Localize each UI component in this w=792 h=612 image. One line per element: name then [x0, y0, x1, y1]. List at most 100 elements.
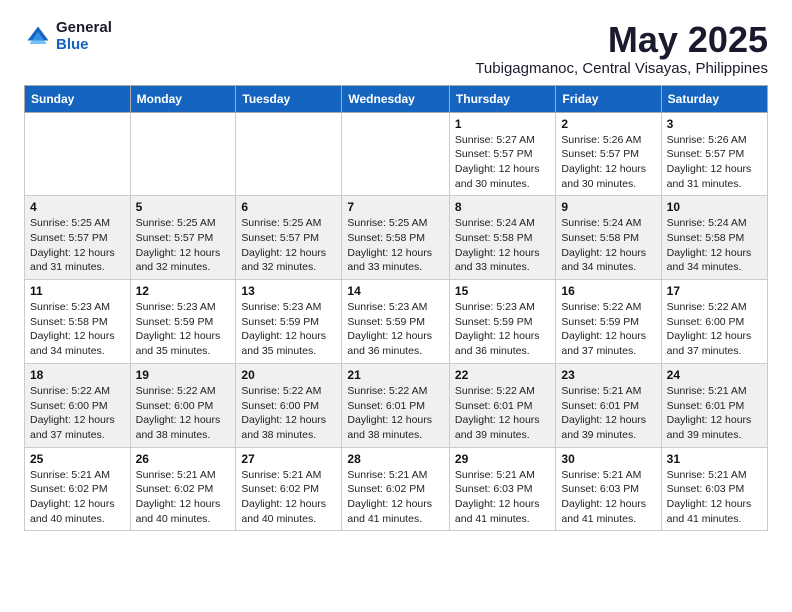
day-number: 13	[241, 284, 336, 298]
day-info: Sunrise: 5:23 AMSunset: 5:59 PMDaylight:…	[136, 300, 231, 359]
table-row: 27 Sunrise: 5:21 AMSunset: 6:02 PMDayligh…	[236, 447, 342, 531]
table-row: 4 Sunrise: 5:25 AMSunset: 5:57 PMDaylight…	[25, 196, 131, 280]
day-number: 4	[30, 200, 125, 214]
calendar-week-row: 1 Sunrise: 5:27 AMSunset: 5:57 PMDaylight…	[25, 112, 768, 196]
table-row: 9 Sunrise: 5:24 AMSunset: 5:58 PMDaylight…	[556, 196, 661, 280]
day-number: 5	[136, 200, 231, 214]
table-row: 14Sunrise: 5:23 AMSunset: 5:59 PMDayligh…	[342, 280, 450, 364]
day-number: 11	[30, 284, 125, 298]
day-info: Sunrise: 5:21 AMSunset: 6:02 PMDaylight:…	[347, 468, 444, 527]
day-number: 28	[347, 452, 444, 466]
day-number: 26	[136, 452, 231, 466]
table-row: 29 Sunrise: 5:21 AMSunset: 6:03 PMDayligh…	[449, 447, 556, 531]
day-number: 31	[667, 452, 762, 466]
day-info: Sunrise: 5:25 AMSunset: 5:57 PMDaylight:…	[241, 216, 336, 275]
day-number: 12	[136, 284, 231, 298]
logo-icon	[24, 23, 52, 51]
table-row: 12 Sunrise: 5:23 AMSunset: 5:59 PMDayligh…	[130, 280, 236, 364]
col-sunday: Sunday	[25, 85, 131, 112]
day-number: 6	[241, 200, 336, 214]
day-number: 30	[561, 452, 655, 466]
day-info: Sunrise: 5:23 AMSunset: 5:59 PMDaylight:…	[455, 300, 551, 359]
logo-general: General	[56, 20, 112, 37]
col-saturday: Saturday	[661, 85, 767, 112]
day-info: Sunrise: 5:22 AMSunset: 6:01 PMDaylight:…	[455, 384, 551, 443]
day-info: Sunrise: 5:27 AMSunset: 5:57 PMDaylight:…	[455, 133, 551, 192]
day-info: Sunrise: 5:23 AMSunset: 5:58 PMDaylight:…	[30, 300, 125, 359]
table-row: 6 Sunrise: 5:25 AMSunset: 5:57 PMDaylight…	[236, 196, 342, 280]
day-info: Sunrise: 5:25 AMSunset: 5:58 PMDaylight:…	[347, 216, 444, 275]
table-row: 22 Sunrise: 5:22 AMSunset: 6:01 PMDayligh…	[449, 363, 556, 447]
table-row	[25, 112, 131, 196]
day-info: Sunrise: 5:24 AMSunset: 5:58 PMDaylight:…	[561, 216, 655, 275]
table-row: 5 Sunrise: 5:25 AMSunset: 5:57 PMDaylight…	[130, 196, 236, 280]
day-info: Sunrise: 5:21 AMSunset: 6:03 PMDaylight:…	[455, 468, 551, 527]
day-info: Sunrise: 5:21 AMSunset: 6:02 PMDaylight:…	[30, 468, 125, 527]
calendar-week-row: 25 Sunrise: 5:21 AMSunset: 6:02 PMDayligh…	[25, 447, 768, 531]
col-monday: Monday	[130, 85, 236, 112]
day-number: 17	[667, 284, 762, 298]
table-row: 10 Sunrise: 5:24 AMSunset: 5:58 PMDayligh…	[661, 196, 767, 280]
table-row: 16 Sunrise: 5:22 AMSunset: 5:59 PMDayligh…	[556, 280, 661, 364]
day-number: 14	[347, 284, 444, 298]
table-row: 19 Sunrise: 5:22 AMSunset: 6:00 PMDayligh…	[130, 363, 236, 447]
col-thursday: Thursday	[449, 85, 556, 112]
day-info: Sunrise: 5:21 AMSunset: 6:02 PMDaylight:…	[241, 468, 336, 527]
day-number: 23	[561, 368, 655, 382]
day-number: 22	[455, 368, 551, 382]
calendar-table: Sunday Monday Tuesday Wednesday Thursday…	[24, 85, 768, 532]
day-number: 7	[347, 200, 444, 214]
day-info: Sunrise: 5:21 AMSunset: 6:03 PMDaylight:…	[667, 468, 762, 527]
day-number: 10	[667, 200, 762, 214]
logo: General Blue	[24, 20, 112, 53]
day-number: 3	[667, 117, 762, 131]
table-row: 20 Sunrise: 5:22 AMSunset: 6:00 PMDayligh…	[236, 363, 342, 447]
day-info: Sunrise: 5:21 AMSunset: 6:02 PMDaylight:…	[136, 468, 231, 527]
table-row	[236, 112, 342, 196]
day-number: 16	[561, 284, 655, 298]
day-number: 24	[667, 368, 762, 382]
table-row: 21Sunrise: 5:22 AMSunset: 6:01 PMDayligh…	[342, 363, 450, 447]
day-info: Sunrise: 5:24 AMSunset: 5:58 PMDaylight:…	[455, 216, 551, 275]
table-row: 1 Sunrise: 5:27 AMSunset: 5:57 PMDaylight…	[449, 112, 556, 196]
day-info: Sunrise: 5:25 AMSunset: 5:57 PMDaylight:…	[136, 216, 231, 275]
logo-text: General Blue	[56, 20, 112, 53]
day-number: 25	[30, 452, 125, 466]
day-info: Sunrise: 5:22 AMSunset: 5:59 PMDaylight:…	[561, 300, 655, 359]
table-row: 3 Sunrise: 5:26 AMSunset: 5:57 PMDaylight…	[661, 112, 767, 196]
table-row: 26 Sunrise: 5:21 AMSunset: 6:02 PMDayligh…	[130, 447, 236, 531]
day-number: 1	[455, 117, 551, 131]
col-friday: Friday	[556, 85, 661, 112]
calendar-week-row: 4 Sunrise: 5:25 AMSunset: 5:57 PMDaylight…	[25, 196, 768, 280]
header: General Blue May 2025 Tubigagmanoc, Cent…	[24, 20, 768, 77]
table-row: 24 Sunrise: 5:21 AMSunset: 6:01 PMDayligh…	[661, 363, 767, 447]
col-wednesday: Wednesday	[342, 85, 450, 112]
day-number: 27	[241, 452, 336, 466]
day-info: Sunrise: 5:26 AMSunset: 5:57 PMDaylight:…	[561, 133, 655, 192]
day-info: Sunrise: 5:24 AMSunset: 5:58 PMDaylight:…	[667, 216, 762, 275]
day-number: 8	[455, 200, 551, 214]
day-number: 9	[561, 200, 655, 214]
day-info: Sunrise: 5:21 AMSunset: 6:03 PMDaylight:…	[561, 468, 655, 527]
col-tuesday: Tuesday	[236, 85, 342, 112]
table-row: 23 Sunrise: 5:21 AMSunset: 6:01 PMDayligh…	[556, 363, 661, 447]
table-row: 31 Sunrise: 5:21 AMSunset: 6:03 PMDayligh…	[661, 447, 767, 531]
day-number: 29	[455, 452, 551, 466]
table-row: 2Sunrise: 5:26 AMSunset: 5:57 PMDaylight…	[556, 112, 661, 196]
day-info: Sunrise: 5:22 AMSunset: 6:00 PMDaylight:…	[241, 384, 336, 443]
table-row: 28 Sunrise: 5:21 AMSunset: 6:02 PMDayligh…	[342, 447, 450, 531]
day-info: Sunrise: 5:22 AMSunset: 6:00 PMDaylight:…	[136, 384, 231, 443]
day-info: Sunrise: 5:21 AMSunset: 6:01 PMDaylight:…	[667, 384, 762, 443]
day-info: Sunrise: 5:21 AMSunset: 6:01 PMDaylight:…	[561, 384, 655, 443]
table-row: 25 Sunrise: 5:21 AMSunset: 6:02 PMDayligh…	[25, 447, 131, 531]
day-number: 20	[241, 368, 336, 382]
day-info: Sunrise: 5:22 AMSunset: 6:00 PMDaylight:…	[667, 300, 762, 359]
table-row: 30 Sunrise: 5:21 AMSunset: 6:03 PMDayligh…	[556, 447, 661, 531]
table-row	[342, 112, 450, 196]
day-number: 19	[136, 368, 231, 382]
day-info: Sunrise: 5:22 AMSunset: 6:01 PMDaylight:…	[347, 384, 444, 443]
table-row: 8 Sunrise: 5:24 AMSunset: 5:58 PMDaylight…	[449, 196, 556, 280]
day-info: Sunrise: 5:25 AMSunset: 5:57 PMDaylight:…	[30, 216, 125, 275]
day-info: Sunrise: 5:26 AMSunset: 5:57 PMDaylight:…	[667, 133, 762, 192]
title-block: May 2025 Tubigagmanoc, Central Visayas, …	[475, 20, 768, 77]
